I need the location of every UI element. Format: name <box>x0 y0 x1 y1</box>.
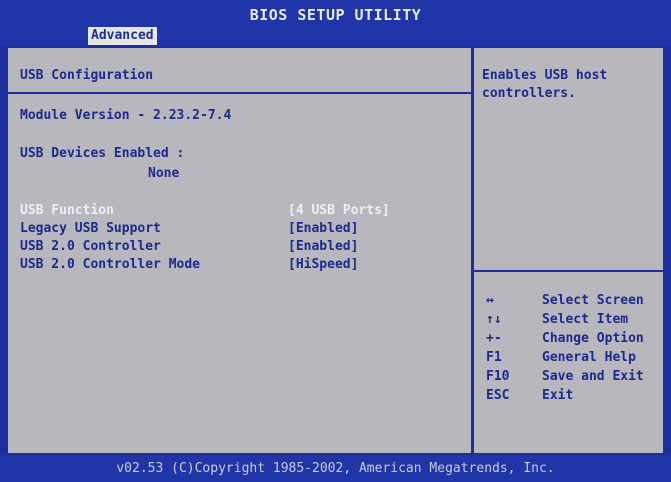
bios-title: BIOS SETUP UTILITY <box>249 6 422 24</box>
key-esc: ESC <box>486 388 510 403</box>
key-desc: Save and Exit <box>542 369 644 384</box>
setting-usb-function-value[interactable]: [4 USB Ports] <box>288 203 390 218</box>
key-desc: Exit <box>542 388 574 403</box>
arrows-horizontal-icon: ↔ <box>486 293 494 308</box>
setting-usb20-controller-label[interactable]: USB 2.0 Controller <box>20 239 161 254</box>
setting-usb20-controller-value[interactable]: [Enabled] <box>288 239 358 254</box>
help-text-line2: controllers. <box>482 86 576 101</box>
key-desc: General Help <box>542 350 636 365</box>
setting-usb20-mode-value[interactable]: [HiSpeed] <box>288 257 358 272</box>
key-desc: Select Item <box>542 312 629 327</box>
usb-devices-value: None <box>148 166 180 181</box>
section-title: USB Configuration <box>20 68 154 83</box>
setting-usb-function-label[interactable]: USB Function <box>20 203 114 218</box>
module-version: Module Version - 2.23.2-7.4 <box>20 108 232 123</box>
arrows-vertical-icon: ↑↓ <box>486 312 502 327</box>
main-frame: USB Configuration Module Version - 2.23.… <box>6 46 665 455</box>
setting-usb20-mode-label[interactable]: USB 2.0 Controller Mode <box>20 257 200 272</box>
panel-divider <box>471 48 474 453</box>
key-desc: Change Option <box>542 331 644 346</box>
key-f1: F1 <box>486 350 502 365</box>
usb-devices-label: USB Devices Enabled : <box>20 146 185 161</box>
key-desc: Select Screen <box>542 293 644 308</box>
tab-advanced[interactable]: Advanced <box>88 27 157 45</box>
plus-minus-icon: +- <box>486 331 502 346</box>
setting-legacy-usb-label[interactable]: Legacy USB Support <box>20 221 161 236</box>
help-text-line1: Enables USB host <box>482 68 608 83</box>
help-separator <box>474 270 663 272</box>
key-f10: F10 <box>486 369 510 384</box>
title-separator <box>8 92 471 94</box>
copyright-footer: v02.53 (C)Copyright 1985-2002, American … <box>0 455 671 482</box>
title-bar: BIOS SETUP UTILITY Advanced <box>0 0 671 46</box>
setting-legacy-usb-value[interactable]: [Enabled] <box>288 221 358 236</box>
